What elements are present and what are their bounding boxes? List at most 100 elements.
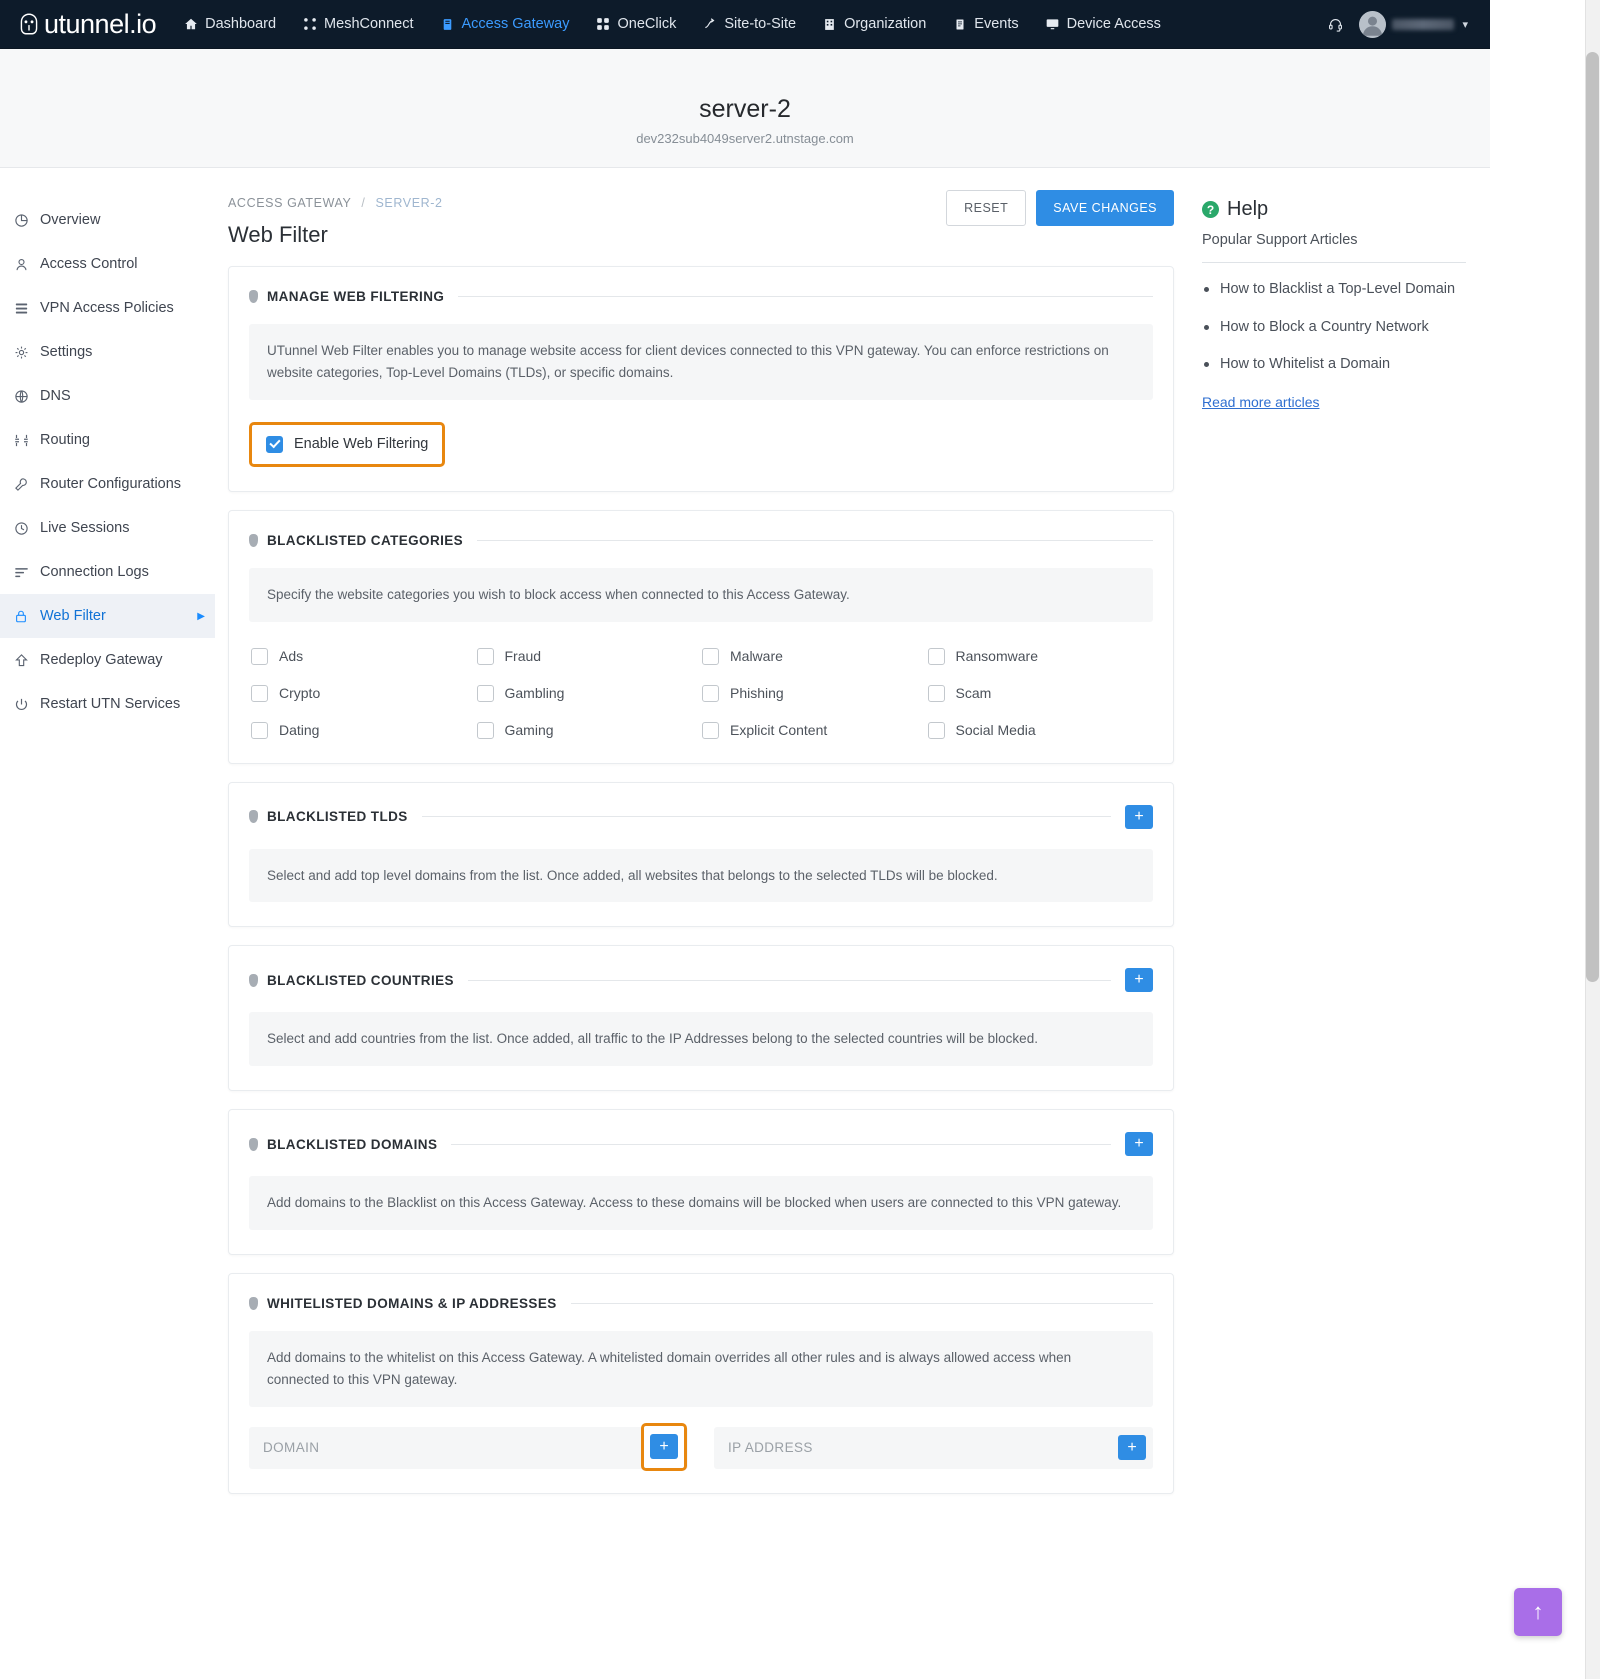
checkbox[interactable] — [251, 721, 268, 739]
category-ransomware[interactable]: Ransomware — [927, 647, 1154, 665]
checkbox[interactable] — [702, 721, 719, 739]
checkbox[interactable] — [476, 647, 494, 665]
breadcrumb-current[interactable]: SERVER-2 — [375, 196, 442, 210]
sidebar-item-access-control[interactable]: Access Control — [0, 242, 215, 286]
card-blacklisted-tlds: BLACKLISTED TLDS + Select and add top le… — [228, 781, 1174, 928]
scroll-to-top-button[interactable]: ↑ — [1514, 1588, 1562, 1636]
checkbox[interactable] — [702, 647, 719, 665]
nav-item-site-to-site[interactable]: Site-to-Site — [702, 16, 796, 32]
category-malware[interactable]: Malware — [702, 647, 928, 665]
save-changes-button[interactable]: SAVE CHANGES — [1036, 190, 1174, 226]
nav-item-meshconnect[interactable]: MeshConnect — [302, 16, 414, 32]
brand-logo[interactable]: utunnel.io — [16, 8, 157, 40]
sidebar-item-label: VPN Access Policies — [40, 300, 174, 316]
restart-icon — [14, 697, 33, 712]
sidebar-item-redeploy-gateway[interactable]: Redeploy Gateway — [0, 638, 215, 682]
user-menu[interactable]: ▾ — [1359, 10, 1468, 38]
sidebar-item-live-sessions[interactable]: Live Sessions — [0, 506, 215, 550]
sidebar-item-vpn-access-policies[interactable]: VPN Access Policies — [0, 286, 215, 330]
nav-label: MeshConnect — [324, 16, 414, 32]
help-article-item[interactable]: How to Whitelist a Domain — [1202, 354, 1466, 375]
section-header: BLACKLISTED DOMAINS + — [249, 1132, 1153, 1157]
sidebar-item-label: Restart UTN Services — [40, 696, 181, 712]
home-icon — [183, 17, 198, 32]
checkbox[interactable] — [927, 647, 945, 665]
top-navbar: utunnel.io Dashboard MeshConnect Access … — [0, 0, 1490, 49]
reset-button[interactable]: RESET — [946, 190, 1027, 226]
username-redacted — [1392, 18, 1455, 30]
category-ads[interactable]: Ads — [251, 647, 477, 665]
scrollbar-thumb[interactable] — [1586, 52, 1599, 982]
category-scam[interactable]: Scam — [927, 684, 1154, 702]
breadcrumb-root[interactable]: ACCESS GATEWAY — [228, 196, 351, 210]
whitelist-domain-field[interactable]: DOMAIN + — [249, 1422, 688, 1471]
help-article-item[interactable]: How to Blacklist a Top-Level Domain — [1202, 279, 1466, 300]
headset-icon[interactable] — [1328, 17, 1343, 32]
title-row: Web Filter RESET SAVE CHANGES — [228, 190, 1174, 248]
sidebar-item-web-filter[interactable]: Web Filter ▶ — [0, 594, 215, 638]
manage-description: UTunnel Web Filter enables you to manage… — [249, 324, 1153, 400]
checkbox[interactable] — [476, 684, 494, 702]
vertical-scrollbar[interactable] — [1585, 0, 1600, 1679]
divider — [477, 539, 1153, 541]
add-whitelist-ip-button[interactable]: + — [1118, 1435, 1146, 1461]
nav-items: Dashboard MeshConnect Access Gateway One… — [183, 16, 1161, 32]
checkbox[interactable] — [927, 721, 945, 739]
sidebar-item-router-configurations[interactable]: Router Configurations — [0, 462, 215, 506]
nav-item-access-gateway[interactable]: Access Gateway — [440, 16, 570, 32]
nav-item-dashboard[interactable]: Dashboard — [183, 16, 276, 32]
enable-web-filtering-checkbox[interactable] — [266, 435, 283, 453]
checkbox[interactable] — [251, 647, 268, 665]
routing-icon — [14, 433, 33, 448]
checkbox[interactable] — [702, 684, 719, 702]
sidebar-item-label: Routing — [40, 432, 90, 448]
device-access-icon — [1045, 17, 1060, 32]
category-gambling[interactable]: Gambling — [476, 684, 703, 702]
sidebar-item-connection-logs[interactable]: Connection Logs — [0, 550, 215, 594]
sidebar-item-restart-utn-services[interactable]: Restart UTN Services — [0, 682, 215, 726]
nav-right: ▾ — [1328, 10, 1468, 38]
whitelist-ip-field[interactable]: IP ADDRESS + — [714, 1426, 1153, 1469]
checkbox[interactable] — [927, 684, 945, 702]
enable-web-filtering-row[interactable]: Enable Web Filtering — [249, 421, 446, 467]
add-whitelist-domain-highlight: + — [641, 1422, 687, 1471]
tlds-description: Select and add top level domains from th… — [249, 848, 1153, 903]
category-fraud[interactable]: Fraud — [476, 647, 703, 665]
category-crypto[interactable]: Crypto — [251, 684, 477, 702]
category-label: Ransomware — [955, 648, 1038, 665]
nav-item-oneclick[interactable]: OneClick — [596, 16, 676, 32]
category-explicit-content[interactable]: Explicit Content — [702, 721, 928, 739]
divider — [421, 816, 1111, 818]
sidebar-item-settings[interactable]: Settings — [0, 330, 215, 374]
add-blacklisted-domain-button[interactable]: + — [1125, 1132, 1153, 1157]
help-panel: ? Help Popular Support Articles How to B… — [1190, 168, 1490, 1679]
category-phishing[interactable]: Phishing — [702, 684, 928, 702]
nav-item-events[interactable]: Events — [952, 16, 1019, 32]
divider — [1202, 262, 1466, 263]
add-whitelist-domain-button[interactable]: + — [650, 1434, 678, 1460]
checkbox[interactable] — [251, 684, 268, 702]
utunnel-logo-icon — [20, 13, 38, 35]
nav-item-organization[interactable]: Organization — [822, 16, 926, 32]
card-manage-web-filtering: MANAGE WEB FILTERING UTunnel Web Filter … — [228, 266, 1174, 492]
sidebar-item-overview[interactable]: Overview — [0, 198, 215, 242]
wrench-icon — [14, 477, 33, 492]
right-gutter — [1490, 0, 1585, 1679]
read-more-articles-link[interactable]: Read more articles — [1202, 394, 1320, 410]
chevron-down-icon[interactable]: ▾ — [1462, 18, 1468, 31]
help-question-icon: ? — [1202, 201, 1219, 218]
main-content: ACCESS GATEWAY / SERVER-2 Web Filter RES… — [215, 168, 1190, 1679]
checkbox[interactable] — [476, 721, 494, 739]
lock-icon — [14, 609, 33, 624]
category-gaming[interactable]: Gaming — [476, 721, 703, 739]
nav-item-device-access[interactable]: Device Access — [1045, 16, 1161, 32]
add-country-button[interactable]: + — [1125, 968, 1153, 993]
sidebar-item-routing[interactable]: Routing — [0, 418, 215, 462]
add-tld-button[interactable]: + — [1125, 804, 1153, 829]
help-article-item[interactable]: How to Block a Country Network — [1202, 317, 1466, 338]
category-social-media[interactable]: Social Media — [927, 721, 1154, 739]
category-label: Scam — [955, 685, 992, 702]
sidebar-item-dns[interactable]: DNS — [0, 374, 215, 418]
category-dating[interactable]: Dating — [251, 721, 477, 739]
brand-text: utunnel.io — [44, 8, 157, 39]
